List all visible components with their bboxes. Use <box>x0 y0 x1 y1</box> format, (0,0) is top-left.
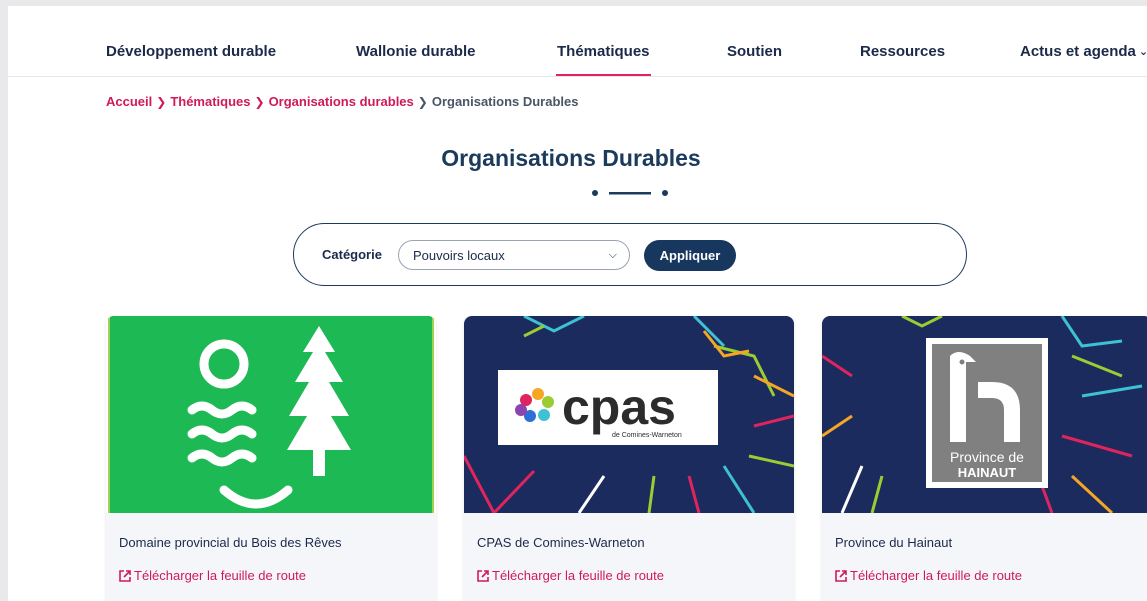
chevron-right-icon: ❯ <box>156 95 167 109</box>
svg-text:cpas: cpas <box>562 379 676 435</box>
breadcrumb: Accueil ❯ Thématiques ❯ Organisations durabl… <box>106 94 578 109</box>
category-select[interactable]: Pouvoirs locaux ⌵ <box>398 240 630 270</box>
category-select-value: Pouvoirs locaux <box>413 248 505 263</box>
svg-text:Province de: Province de <box>950 449 1024 465</box>
breadcrumb-current: Organisations Durables <box>431 94 579 109</box>
nav-item-thematiques[interactable]: Thématiques <box>556 43 651 76</box>
organisation-card[interactable]: Domaine provincial du Bois des Rêves Tél… <box>106 316 436 601</box>
breadcrumb-link-organisations-durables[interactable]: Organisations durables <box>269 94 414 109</box>
page-title: Organisations Durables <box>441 145 701 171</box>
card-title: Domaine provincial du Bois des Rêves <box>119 535 342 550</box>
chevron-right-icon: ❯ <box>254 95 265 109</box>
nav-item-actus-et-agenda[interactable]: Actus et agenda ⌄ <box>1020 43 1147 60</box>
chevron-down-icon: ⌄ <box>1138 46 1147 58</box>
apply-button[interactable]: Appliquer <box>644 240 736 271</box>
chevron-right-icon: ❯ <box>417 95 428 109</box>
cpas-logo: cpas de Comines-Warneton <box>464 316 794 513</box>
breadcrumb-link-accueil[interactable]: Accueil <box>106 94 152 109</box>
external-link-icon <box>119 570 131 582</box>
province-hainaut-logo: Province de HAINAUT <box>822 316 1147 513</box>
card-title: Province du Hainaut <box>835 535 953 550</box>
download-roadmap-link[interactable]: Télécharger la feuille de route <box>477 568 664 583</box>
nav-item-ressources[interactable]: Ressources <box>860 43 945 60</box>
top-strip <box>8 6 1147 25</box>
page: Développement durable Wallonie durable T… <box>8 6 1147 601</box>
card-title: CPAS de Comines-Warneton <box>477 535 645 550</box>
breadcrumb-link-thematiques[interactable]: Thématiques <box>170 94 250 109</box>
nav-item-soutien[interactable]: Soutien <box>727 43 782 60</box>
title-divider-decoration <box>592 190 668 196</box>
category-label: Catégorie <box>322 247 382 262</box>
chevron-down-icon: ⌵ <box>608 249 617 261</box>
organisation-card[interactable]: cpas de Comines-Warneton CPAS de Comines… <box>464 316 794 601</box>
svg-text:HAINAUT: HAINAUT <box>958 465 1017 480</box>
download-roadmap-link[interactable]: Télécharger la feuille de route <box>119 568 306 583</box>
nav-item-wallonie-durable[interactable]: Wallonie durable <box>356 43 475 60</box>
external-link-icon <box>835 570 847 582</box>
bois-des-reves-logo <box>106 316 436 513</box>
main-nav: Développement durable Wallonie durable T… <box>8 25 1147 77</box>
svg-text:de Comines-Warneton: de Comines-Warneton <box>612 432 682 439</box>
nav-item-developpement-durable[interactable]: Développement durable <box>106 43 276 60</box>
download-roadmap-link[interactable]: Télécharger la feuille de route <box>835 568 1022 583</box>
organisation-card[interactable]: Province de HAINAUT Province du Hainaut … <box>822 316 1147 601</box>
external-link-icon <box>477 570 489 582</box>
filter-bar: Catégorie Pouvoirs locaux ⌵ Appliquer <box>293 223 967 286</box>
